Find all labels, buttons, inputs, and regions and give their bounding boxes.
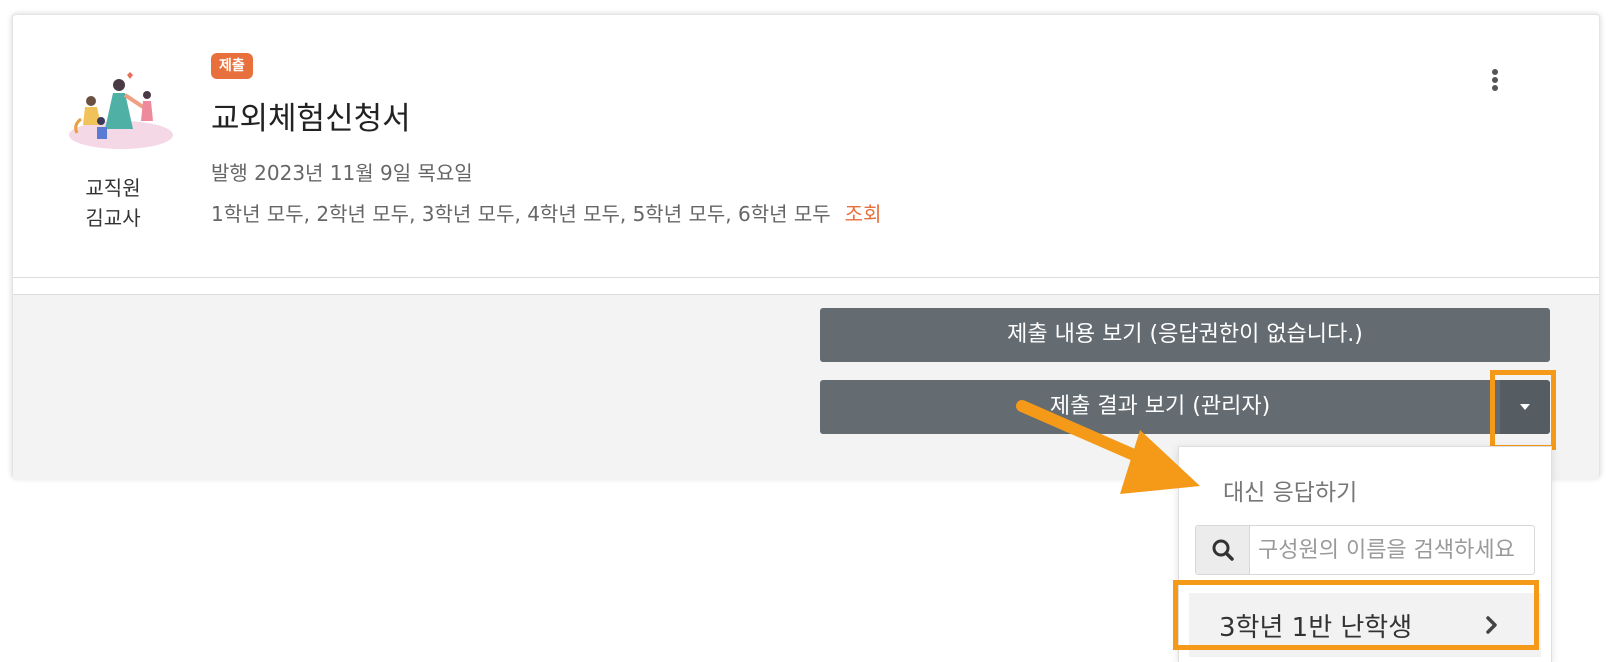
author-name: 김교사 bbox=[85, 206, 141, 230]
audience-text: 1학년 모두, 2학년 모두, 3학년 모두, 4학년 모두, 5학년 모두, … bbox=[211, 202, 831, 226]
card-divider bbox=[13, 277, 1599, 295]
member-name: 3학년 1반 난학생 bbox=[1219, 613, 1413, 643]
card-header-section: 교직원 김교사 제출 교외체험신청서 발행 2023년 11월 9일 목요일 1… bbox=[13, 15, 1599, 277]
family-illustration bbox=[69, 72, 173, 149]
kebab-menu-icon[interactable] bbox=[1487, 65, 1503, 95]
caret-down-icon bbox=[1520, 404, 1530, 410]
author-role: 교직원 bbox=[85, 176, 141, 200]
view-submission-button[interactable]: 제출 내용 보기 (응답권한이 없습니다.) bbox=[820, 308, 1550, 362]
member-search-box bbox=[1195, 525, 1535, 575]
view-results-button[interactable]: 제출 결과 보기 (관리자) bbox=[820, 380, 1500, 434]
post-title: 교외체험신청서 bbox=[211, 101, 411, 137]
member-list-item[interactable]: 3학년 1반 난학생 bbox=[1189, 593, 1541, 657]
chevron-right-icon bbox=[1486, 616, 1497, 634]
view-readers-link[interactable]: 조회 bbox=[845, 202, 882, 226]
author-info: 교직원 김교사 bbox=[73, 173, 153, 233]
dropdown-header: 대신 응답하기 bbox=[1223, 480, 1358, 506]
search-icon-addon bbox=[1196, 526, 1250, 574]
submit-badge: 제출 bbox=[211, 53, 253, 79]
audience-line: 1학년 모두, 2학년 모두, 3학년 모두, 4학년 모두, 5학년 모두, … bbox=[211, 198, 881, 227]
respond-on-behalf-dropdown: 대신 응답하기 3학년 1반 난학생 bbox=[1178, 446, 1552, 662]
search-icon bbox=[1212, 539, 1234, 561]
results-dropdown-toggle[interactable] bbox=[1500, 380, 1550, 434]
publish-date: 발행 2023년 11월 9일 목요일 bbox=[211, 161, 473, 185]
member-search-input[interactable] bbox=[1258, 526, 1534, 574]
